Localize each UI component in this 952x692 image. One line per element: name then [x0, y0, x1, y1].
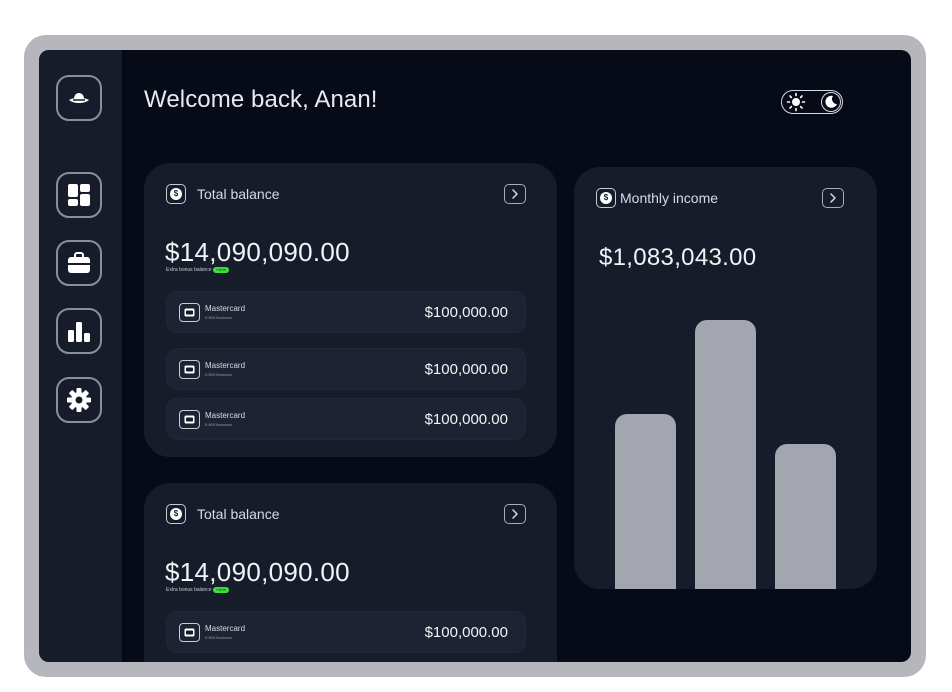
dark-mode-knob[interactable]	[821, 92, 841, 112]
card-row[interactable]: Mastercard 0.90XXxxxxxxx $100,000.00	[166, 348, 526, 390]
card-title: Total balance	[197, 506, 280, 522]
balance-card: $ Total balance $14,090,090.00 Extra bon…	[144, 163, 557, 457]
sidebar-item-settings[interactable]	[56, 377, 102, 423]
theme-toggle[interactable]	[781, 90, 843, 114]
page-title: Welcome back, Anan!	[144, 86, 378, 113]
card-amount: $100,000.00	[424, 624, 508, 641]
chart-bar	[615, 414, 676, 589]
chevron-right-icon	[512, 189, 518, 199]
card-name: Mastercard	[205, 304, 246, 313]
card-number: 0.90XXxxxxxxx	[205, 315, 233, 320]
sidebar-item-dashboard[interactable]	[56, 172, 102, 218]
dollar-icon: $	[166, 504, 186, 524]
chevron-right-icon	[512, 509, 518, 519]
sidebar-item-wallet[interactable]	[56, 240, 102, 286]
bonus-badge: +10%	[212, 587, 229, 593]
expand-button[interactable]	[504, 504, 526, 524]
bonus-label: Extra bonus balance +10%	[166, 587, 229, 593]
credit-card-icon	[179, 623, 200, 642]
bonus-text: Extra bonus balance	[166, 267, 212, 273]
card-row[interactable]: Mastercard 0.90XXxxxxxxx $100,000.00	[166, 611, 526, 653]
hat-icon	[69, 93, 89, 103]
credit-card-icon	[179, 303, 200, 322]
bar-chart-icon	[68, 322, 90, 342]
sidebar	[39, 50, 122, 662]
card-title: Total balance	[197, 186, 280, 202]
balance-card: $ Total balance $14,090,090.00 Extra bon…	[144, 483, 557, 662]
gear-icon	[67, 388, 91, 412]
card-number: 0.90XXxxxxxxx	[205, 635, 233, 640]
sidebar-item-analytics[interactable]	[56, 308, 102, 354]
card-row[interactable]: Mastercard 0.90XXxxxxxxx $100,000.00	[166, 398, 526, 440]
bonus-text: Extra bonus balance	[166, 587, 212, 593]
dashboard-icon	[68, 184, 90, 206]
card-amount: $100,000.00	[424, 411, 508, 428]
app-screen: Welcome back, Anan! $ Total balance $14,…	[39, 50, 911, 662]
income-bar-chart	[574, 167, 877, 589]
card-number: 0.90XXxxxxxxx	[205, 422, 233, 427]
chart-bar	[695, 320, 756, 589]
bonus-badge: +10%	[212, 267, 229, 273]
sun-icon	[786, 92, 806, 112]
credit-card-icon	[179, 410, 200, 429]
card-name: Mastercard	[205, 624, 246, 633]
card-amount: $100,000.00	[424, 361, 508, 378]
briefcase-icon	[68, 252, 90, 273]
card-name: Mastercard	[205, 411, 246, 420]
logo-button[interactable]	[56, 75, 102, 121]
dollar-icon: $	[166, 184, 186, 204]
chart-bar	[775, 444, 836, 589]
card-row[interactable]: Mastercard 0.90XXxxxxxxx $100,000.00	[166, 291, 526, 333]
monthly-income-card: $ Monthly income $1,083,043.00	[574, 167, 877, 589]
card-amount: $100,000.00	[424, 304, 508, 321]
card-name: Mastercard	[205, 361, 246, 370]
balance-amount: $14,090,090.00	[165, 237, 350, 267]
credit-card-icon	[179, 360, 200, 379]
card-number: 0.90XXxxxxxxx	[205, 372, 233, 377]
moon-icon	[825, 95, 837, 108]
expand-button[interactable]	[504, 184, 526, 204]
balance-amount: $14,090,090.00	[165, 557, 350, 587]
bonus-label: Extra bonus balance +10%	[166, 267, 229, 273]
